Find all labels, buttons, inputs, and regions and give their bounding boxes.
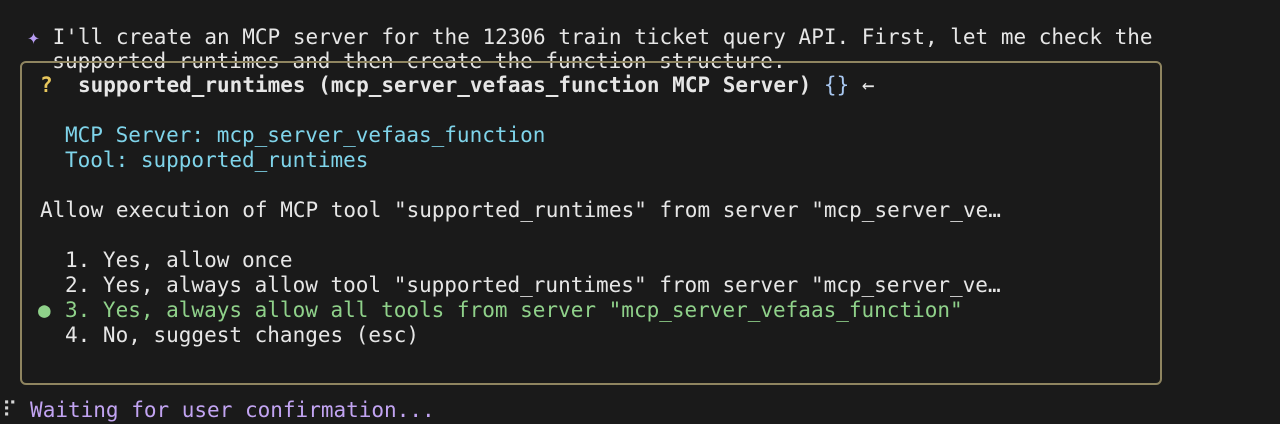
selected-bullet-icon: ● xyxy=(38,298,51,322)
dialog-header: ? supported_runtimes (mcp_server_vefaas_… xyxy=(40,73,875,98)
option-always-allow-tool[interactable]: 2. Yes, always allow tool "supported_run… xyxy=(65,273,1001,298)
option-allow-once[interactable]: 1. Yes, allow once xyxy=(65,248,293,273)
status-line: ⠏ Waiting for user confirmation... xyxy=(2,398,435,423)
dialog-title: supported_runtimes (mcp_server_vefaas_fu… xyxy=(77,73,812,97)
braces-icon: {} xyxy=(823,73,850,97)
server-name-line: MCP Server: mcp_server_vefaas_function xyxy=(65,123,546,147)
question-mark-icon: ? xyxy=(40,73,53,97)
spinner-icon: ⠏ xyxy=(2,398,18,422)
option-suggest-changes[interactable]: 4. No, suggest changes (esc) xyxy=(65,323,419,348)
assistant-message-line-2: supported runtimes and then create the f… xyxy=(27,24,785,73)
assistant-message-line-1: ✦ I'll create an MCP server for the 1230… xyxy=(2,0,1152,49)
status-text: Waiting for user confirmation... xyxy=(30,398,435,422)
tool-name-line: Tool: supported_runtimes xyxy=(65,148,369,172)
option-always-allow-server[interactable]: 3. Yes, always allow all tools from serv… xyxy=(65,298,963,323)
permission-prompt: Allow execution of MCP tool "supported_r… xyxy=(40,198,1001,222)
left-arrow-icon: ← xyxy=(861,73,875,97)
